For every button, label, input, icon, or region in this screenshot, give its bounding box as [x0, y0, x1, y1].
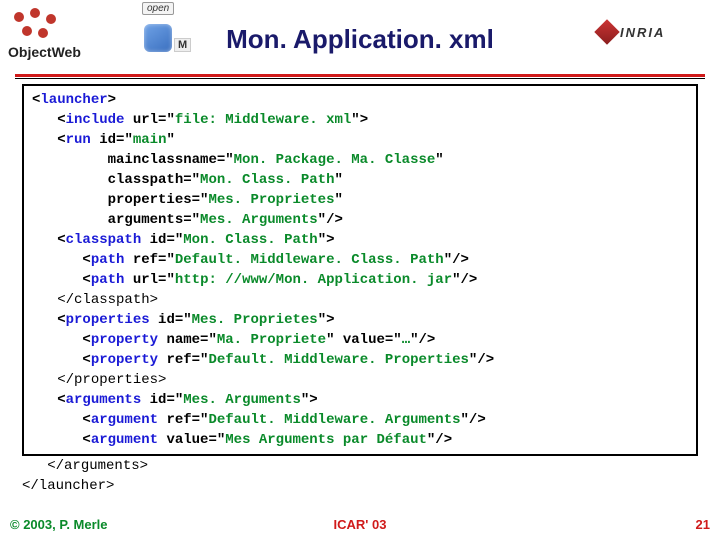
- code-line: </launcher>: [22, 476, 698, 496]
- code-line: <argument ref="Default. Middleware. Argu…: [32, 410, 688, 430]
- code-line: classpath="Mon. Class. Path": [32, 170, 688, 190]
- footer-conference: ICAR' 03: [334, 517, 387, 532]
- open-badge: open: [142, 2, 174, 15]
- code-line: properties="Mes. Proprietes": [32, 190, 688, 210]
- code-line: </arguments>: [22, 456, 698, 476]
- code-line: <launcher>: [32, 90, 688, 110]
- mini-label: M: [174, 38, 191, 52]
- code-line: <classpath id="Mon. Class. Path">: [32, 230, 688, 250]
- objectweb-logo: [8, 8, 72, 48]
- code-line: <property name="Ma. Propriete" value="…"…: [32, 330, 688, 350]
- inria-logo: INRIA: [598, 16, 708, 48]
- code-line: <include url="file: Middleware. xml">: [32, 110, 688, 130]
- code-after-box: </arguments></launcher>: [22, 456, 698, 496]
- code-line: arguments="Mes. Arguments"/>: [32, 210, 688, 230]
- code-line: <run id="main": [32, 130, 688, 150]
- title-rule: [15, 74, 705, 79]
- slide-header: ObjectWeb open M Mon. Application. xml I…: [0, 0, 720, 68]
- code-line: <properties id="Mes. Proprietes">: [32, 310, 688, 330]
- slide-title: Mon. Application. xml: [226, 24, 494, 55]
- code-line: <argument value="Mes Arguments par Défau…: [32, 430, 688, 450]
- code-line: mainclassname="Mon. Package. Ma. Classe": [32, 150, 688, 170]
- blob-icon: [144, 24, 172, 52]
- code-line: <property ref="Default. Middleware. Prop…: [32, 350, 688, 370]
- inria-text: INRIA: [620, 25, 665, 40]
- code-line: </properties>: [32, 370, 688, 390]
- slide-footer: © 2003, P. Merle ICAR' 03 21: [10, 517, 710, 532]
- mini-logo-block: M: [144, 24, 191, 52]
- code-line: <arguments id="Mes. Arguments">: [32, 390, 688, 410]
- footer-page-number: 21: [696, 517, 710, 532]
- code-line: </classpath>: [32, 290, 688, 310]
- footer-copyright: © 2003, P. Merle: [10, 517, 108, 532]
- code-container: <launcher> <include url="file: Middlewar…: [22, 84, 698, 500]
- code-box: <launcher> <include url="file: Middlewar…: [22, 84, 698, 456]
- code-line: <path url="http: //www/Mon. Application.…: [32, 270, 688, 290]
- inria-diamond-icon: [594, 19, 619, 44]
- code-line: <path ref="Default. Middleware. Class. P…: [32, 250, 688, 270]
- objectweb-text: ObjectWeb: [8, 44, 81, 60]
